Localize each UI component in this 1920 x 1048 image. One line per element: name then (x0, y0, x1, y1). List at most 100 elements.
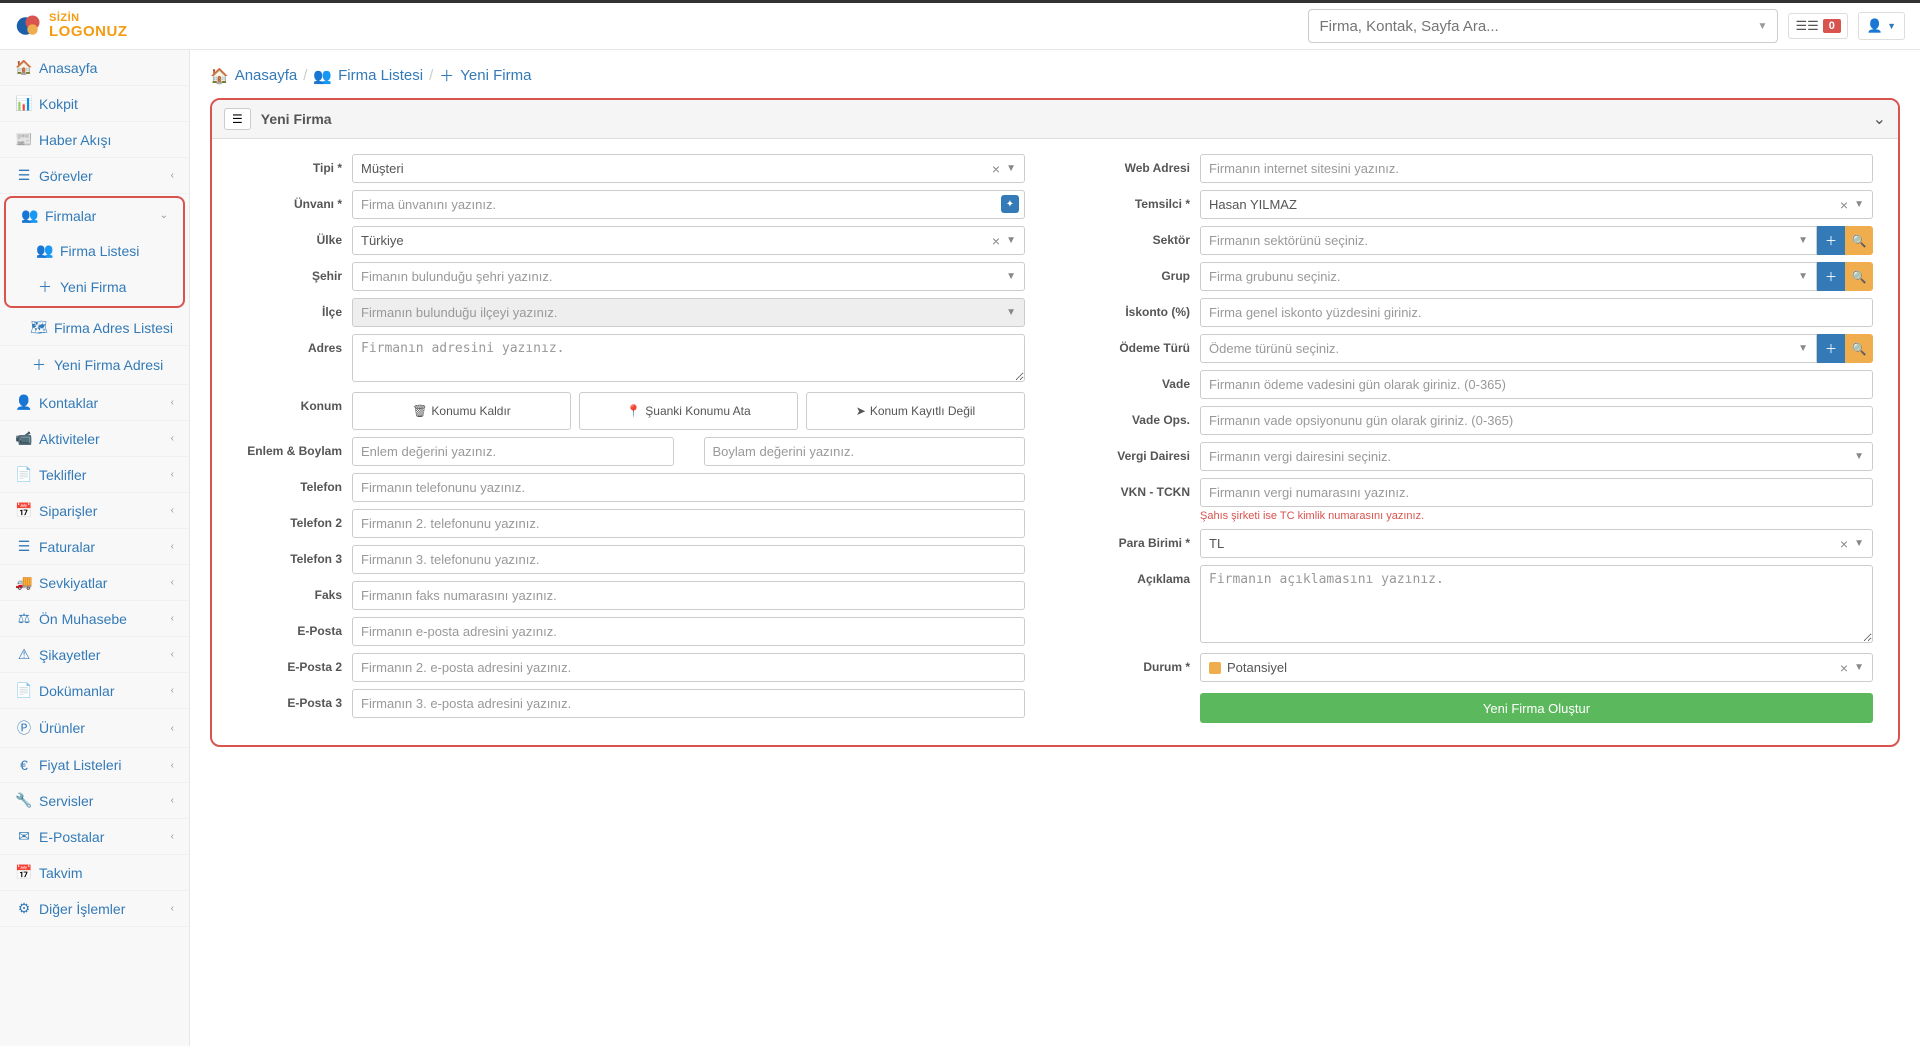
iskonto-input[interactable] (1200, 298, 1873, 327)
sidebar-item-label: Aktiviteler (39, 431, 100, 447)
odeme-search-button[interactable]: 🔍 (1845, 334, 1873, 363)
sidebar-item-yeni-firma[interactable]: ＋ Yeni Firma (6, 268, 183, 306)
sidebar-item[interactable]: 👤Kontaklar‹ (0, 385, 189, 421)
sidebar-item[interactable]: 📅Takvim (0, 855, 189, 891)
chevron-down-icon: ▼ (1798, 343, 1808, 354)
sektor-add-button[interactable]: ＋ (1817, 226, 1845, 255)
unvan-input[interactable] (352, 190, 1025, 219)
grup-add-button[interactable]: ＋ (1817, 262, 1845, 291)
para-select[interactable]: TL × ▼ (1200, 529, 1873, 558)
sidebar-item[interactable]: 📄Dokümanlar‹ (0, 673, 189, 709)
sidebar-highlighted-group: 👥 Firmalar ⌄ 👥 Firma Listesi ＋ Yeni Firm… (4, 196, 185, 308)
faks-label: Faks (237, 581, 352, 602)
collapse-button[interactable]: ⌄ (1873, 109, 1886, 129)
plus-icon: ＋ (1825, 268, 1837, 285)
sektor-search-button[interactable]: 🔍 (1845, 226, 1873, 255)
clear-icon[interactable]: × (1840, 536, 1848, 552)
sidebar-item-label: Sevkiyatlar (39, 575, 107, 591)
sidebar-item[interactable]: 📅Siparişler‹ (0, 493, 189, 529)
panel-menu-button[interactable]: ☰ (224, 108, 251, 130)
aciklama-textarea[interactable] (1200, 565, 1873, 643)
user-menu-button[interactable]: 👤 ▼ (1858, 12, 1905, 40)
temsilci-select[interactable]: Hasan YILMAZ × ▼ (1200, 190, 1873, 219)
plus-icon: ＋ (36, 277, 54, 297)
web-input[interactable] (1200, 154, 1873, 183)
grup-search-button[interactable]: 🔍 (1845, 262, 1873, 291)
sidebar-item[interactable]: ＋Yeni Firma Adresi (0, 346, 189, 385)
sidebar-item-firmalar[interactable]: 👥 Firmalar ⌄ (6, 198, 183, 233)
faks-input[interactable] (352, 581, 1025, 610)
notification-button[interactable]: ☰☰ 0 (1788, 13, 1847, 39)
search-input[interactable] (1319, 18, 1757, 35)
sidebar-item[interactable]: 🏠Anasayfa (0, 50, 189, 86)
enlem-input[interactable] (352, 437, 674, 466)
sidebar-item[interactable]: ⓅÜrünler‹ (0, 709, 189, 748)
telefon-input[interactable] (352, 473, 1025, 502)
ilce-label: İlçe (237, 298, 352, 319)
chevron-icon: ‹ (171, 760, 174, 771)
vadeops-input[interactable] (1200, 406, 1873, 435)
sidebar-item[interactable]: 🗺Firma Adres Listesi (0, 310, 189, 346)
location-icon: ➤ (856, 404, 866, 418)
sidebar-item[interactable]: 📰Haber Akışı (0, 122, 189, 158)
vkn-label: VKN - TCKN (1085, 478, 1200, 499)
sidebar-item[interactable]: ⚙Diğer İşlemler‹ (0, 891, 189, 927)
grup-select[interactable]: Firma grubunu seçiniz.▼ (1200, 262, 1817, 291)
chevron-icon: ‹ (171, 649, 174, 660)
status-color-icon (1209, 662, 1221, 674)
boylam-input[interactable] (704, 437, 1026, 466)
telefon2-input[interactable] (352, 509, 1025, 538)
breadcrumb-list[interactable]: Firma Listesi (338, 67, 423, 84)
clear-icon[interactable]: × (992, 233, 1000, 249)
chevron-down-icon: ▼ (1854, 199, 1864, 210)
clear-icon[interactable]: × (1840, 660, 1848, 676)
vkn-input[interactable] (1200, 478, 1873, 507)
breadcrumb-home[interactable]: Anasayfa (235, 67, 298, 84)
logo-icon (15, 12, 43, 40)
tipi-select[interactable]: Müşteri × ▼ (352, 154, 1025, 183)
vergi-select[interactable]: Firmanın vergi dairesini seçiniz.▼ (1200, 442, 1873, 471)
vade-input[interactable] (1200, 370, 1873, 399)
sidebar-item[interactable]: €Fiyat Listeleri‹ (0, 748, 189, 783)
sehir-select[interactable]: Fimanın bulunduğu şehri yazınız. ▼ (352, 262, 1025, 291)
barcode-icon: ☰☰ (1795, 18, 1818, 34)
sidebar-item[interactable]: 📊Kokpit (0, 86, 189, 122)
autofill-icon[interactable]: ✦ (1001, 195, 1019, 213)
clear-icon[interactable]: × (1840, 197, 1848, 213)
sidebar-item[interactable]: ⚠Şikayetler‹ (0, 637, 189, 673)
konum-ata-button[interactable]: 📍Şuanki Konumu Ata (579, 392, 798, 430)
sektor-select[interactable]: Firmanın sektörünü seçiniz.▼ (1200, 226, 1817, 255)
eposta2-input[interactable] (352, 653, 1025, 682)
sidebar-item[interactable]: 🚚Sevkiyatlar‹ (0, 565, 189, 601)
ulke-select[interactable]: Türkiye × ▼ (352, 226, 1025, 255)
sidebar-item-label: Yeni Firma (60, 279, 126, 295)
eposta-input[interactable] (352, 617, 1025, 646)
sidebar-item[interactable]: 🔧Servisler‹ (0, 783, 189, 819)
chevron-icon: ‹ (171, 170, 174, 181)
telefon3-input[interactable] (352, 545, 1025, 574)
clear-icon[interactable]: × (992, 161, 1000, 177)
sidebar-item[interactable]: ✉E-Postalar‹ (0, 819, 189, 855)
sidebar-item-label: Firmalar (45, 208, 96, 224)
konum-kayit-button[interactable]: ➤Konum Kayıtlı Değil (806, 392, 1025, 430)
logo[interactable]: SİZİN LOGONUZ (15, 12, 128, 40)
product-icon: Ⓟ (15, 718, 33, 738)
sidebar-item[interactable]: 📄Teklifler‹ (0, 457, 189, 493)
sidebar-item[interactable]: ☰Faturalar‹ (0, 529, 189, 565)
plus-icon: ＋ (1825, 340, 1837, 357)
header: SİZİN LOGONUZ ▼ ☰☰ 0 👤 ▼ (0, 3, 1920, 50)
form-panel: ☰ Yeni Firma ⌄ Tipi * Müşteri × (210, 98, 1900, 747)
durum-select[interactable]: Potansiyel × ▼ (1200, 653, 1873, 682)
sidebar-item[interactable]: 📹Aktiviteler‹ (0, 421, 189, 457)
global-search[interactable]: ▼ (1308, 9, 1778, 43)
sidebar-item-firma-listesi[interactable]: 👥 Firma Listesi (6, 233, 183, 268)
vadeops-label: Vade Ops. (1085, 406, 1200, 427)
adres-textarea[interactable] (352, 334, 1025, 382)
odeme-select[interactable]: Ödeme türünü seçiniz.▼ (1200, 334, 1817, 363)
eposta3-input[interactable] (352, 689, 1025, 718)
submit-button[interactable]: Yeni Firma Oluştur (1200, 693, 1873, 723)
konum-kaldir-button[interactable]: 🗑Konumu Kaldır (352, 392, 571, 430)
sidebar-item[interactable]: ⚖Ön Muhasebe‹ (0, 601, 189, 637)
odeme-add-button[interactable]: ＋ (1817, 334, 1845, 363)
sidebar-item[interactable]: ☰Görevler‹ (0, 158, 189, 194)
